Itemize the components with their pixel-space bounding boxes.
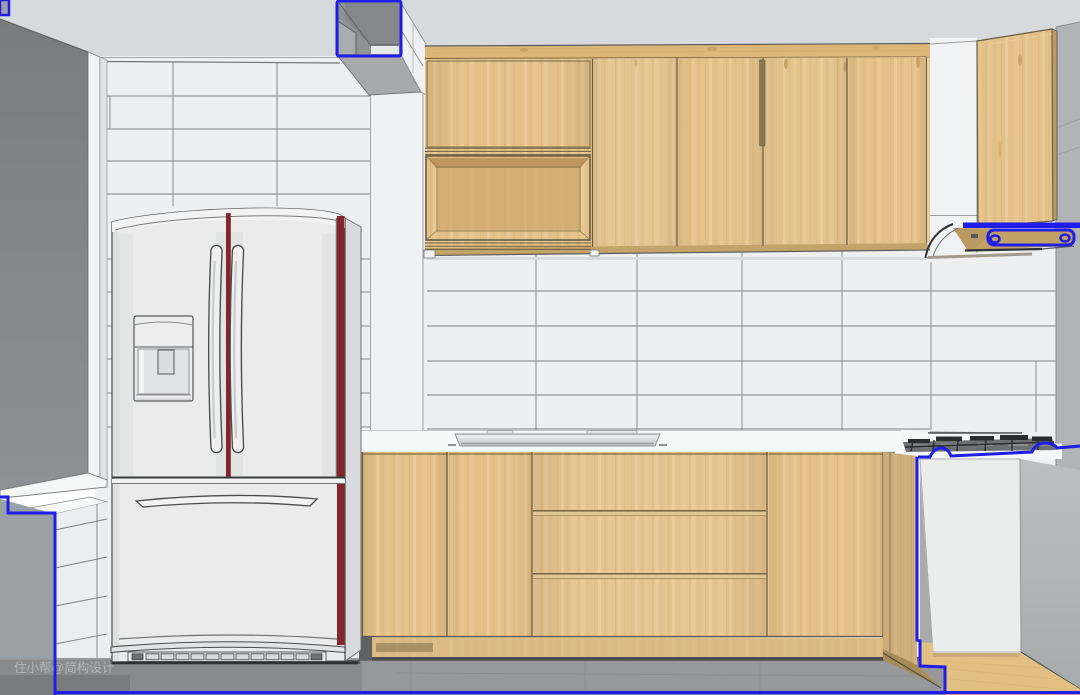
svg-text:住小帮@简构设计: 住小帮@简构设计 xyxy=(14,660,114,675)
